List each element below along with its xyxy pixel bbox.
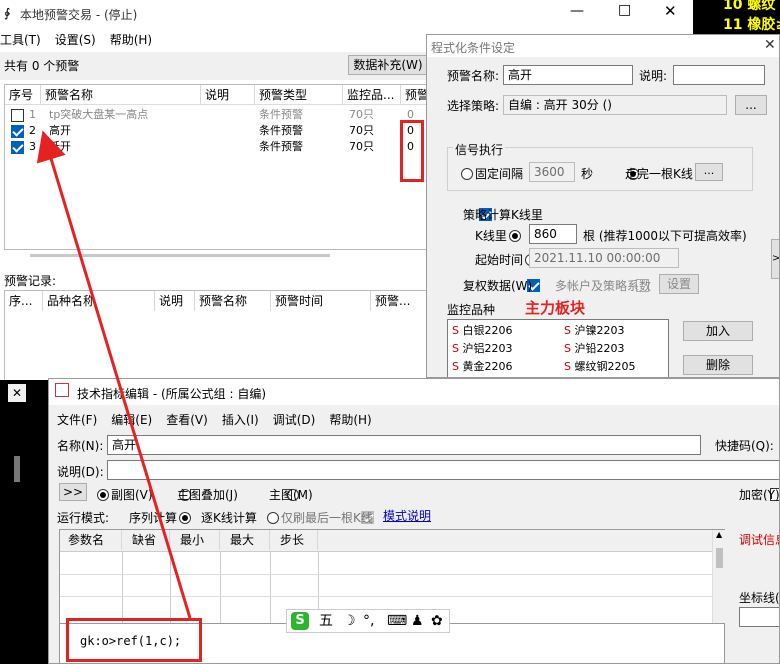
arrow-line <box>36 130 192 619</box>
annotation-arrow <box>36 130 192 619</box>
